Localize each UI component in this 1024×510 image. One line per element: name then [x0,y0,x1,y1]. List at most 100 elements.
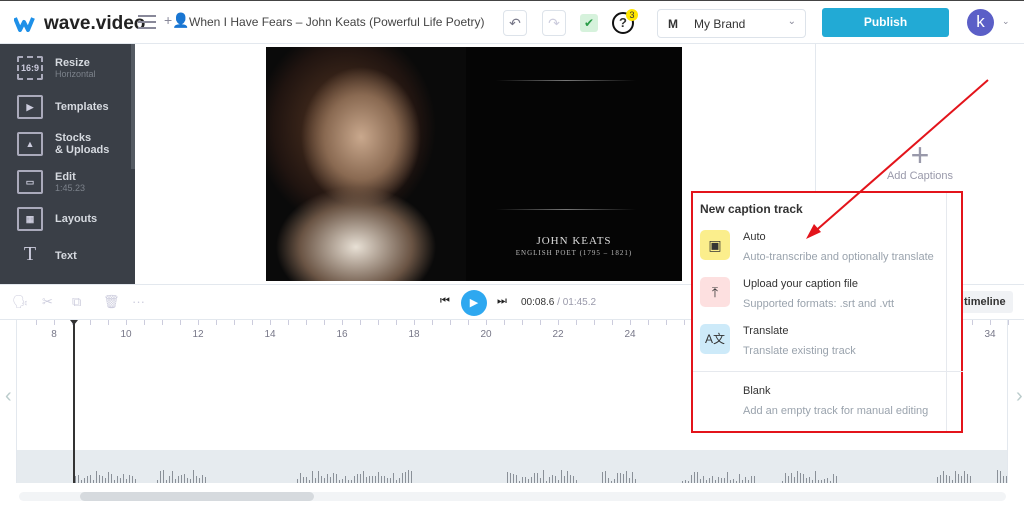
audio-waveform[interactable] [17,450,1007,483]
waveform-bar [605,471,606,483]
menu-item-upload[interactable]: ⤒ Upload your caption file Supported form… [700,277,894,310]
waveform-bar [372,475,373,483]
brand-select[interactable]: M My Brand ⌄ [657,9,806,38]
waveform-bar [309,480,310,483]
ruler-tick [252,320,253,325]
waveform-bar [836,476,837,483]
waveform-bar [96,471,97,483]
waveform-bar [336,473,337,483]
waveform-bar [166,479,167,483]
menu-item-desc: Supported formats: .srt and .vtt [743,298,895,310]
waveform-bar [818,480,819,483]
waveform-bar [709,477,710,483]
waveform-bar [507,471,508,483]
waveform-bar [748,479,749,483]
chevron-down-icon[interactable]: ⌄ [1002,16,1010,27]
more-icon[interactable]: ··· [132,294,145,309]
logo[interactable]: wave.video [14,13,145,35]
waveform-bar [602,472,603,483]
waveform-bar [949,476,950,483]
sidebar-item-stocks[interactable]: ▲ Stocks & Uploads [17,132,109,156]
sidebar-item-layouts[interactable]: ▦ Layouts [17,207,97,231]
waveform-bar [300,472,301,483]
ruler-tick [468,320,469,325]
sidebar-item-edit[interactable]: ▭ Edit 1:45.23 [17,170,85,194]
portrait-image [266,47,466,281]
scroll-left-icon[interactable]: ‹ [5,385,12,415]
duplicate-icon[interactable]: ⧉ [72,294,81,310]
add-user-icon[interactable]: +👤 [164,12,190,29]
waveform-bar [522,477,523,483]
voice-icon[interactable]: 🗣 [12,294,29,310]
waveform-bar [516,474,517,483]
waveform-bar [812,480,813,483]
menu-item-auto[interactable]: ▣ Auto Auto-transcribe and optionally tra… [700,230,934,263]
sidebar-item-text[interactable]: T Text [17,244,77,268]
brand-initial: M [668,16,678,31]
undo-button[interactable]: ↶ [503,10,527,36]
waveform-bar [531,476,532,483]
ruler-label: 22 [552,329,564,340]
waveform-bar [620,473,621,483]
sidebar-item-templates[interactable]: ▶ Templates [17,95,109,119]
waveform-bar [537,472,538,483]
trash-icon[interactable]: 🗑 [103,294,120,310]
project-title[interactable]: When I Have Fears – John Keats (Powerful… [189,15,484,29]
waveform-bar [390,478,391,483]
waveform-bar [78,474,79,483]
avatar[interactable]: k [967,9,994,36]
saved-check-icon: ✔ [580,14,598,32]
ruler-tick [666,320,667,325]
playhead[interactable] [70,320,78,483]
waveform-bar [169,476,170,483]
add-captions-button[interactable]: + Add Captions [870,139,970,182]
horizontal-scrollbar[interactable] [19,492,1006,501]
waveform-bar [393,472,394,483]
ruler-tick [1008,320,1009,325]
menu-icon[interactable] [138,15,156,29]
waveform-bar [525,477,526,483]
ruler-tick [576,320,577,325]
total-time: / 01:45.2 [557,297,597,308]
menu-title: New caption track [700,202,803,216]
waveform-bar [821,480,822,483]
skip-back-icon[interactable]: ⏮ [440,295,450,308]
clapperboard-icon: ▭ [17,170,43,194]
sidebar-scrollbar[interactable] [131,44,135,169]
scissors-icon[interactable]: ✂ [42,294,53,310]
menu-item-translate[interactable]: A文 Translate Translate existing track [700,324,856,357]
scroll-right-icon[interactable]: › [1016,385,1023,415]
sidebar-item-label: Layouts [55,213,98,225]
waveform-bar [190,479,191,483]
waveform-bar [700,479,701,483]
video-subtitle-text: ENGLISH POET (1795 – 1821) [515,249,633,257]
ruler-label: 34 [984,329,996,340]
sidebar-item-resize[interactable]: 16:9 Resize Horizontal [17,56,96,80]
ruler-tick [270,320,271,325]
video-caption-icon: ▣ [700,230,730,260]
ruler-label: 24 [624,329,636,340]
video-preview[interactable]: JOHN KEATS ENGLISH POET (1795 – 1821) [266,47,682,281]
waveform-bar [375,476,376,483]
ruler-tick [432,320,433,325]
waveform-bar [519,480,520,483]
menu-item-blank[interactable]: Blank Add an empty track for manual editi… [700,384,928,417]
ruler-tick [342,320,343,325]
waveform-bar [87,476,88,483]
waveform-bar [712,475,713,483]
waveform-bar [946,475,947,483]
play-button[interactable]: ▶ [461,290,487,316]
waveform-bar [940,475,941,483]
blank-spacer [700,384,730,414]
skip-forward-icon[interactable]: ⏭ [497,295,507,308]
waveform-bar [157,480,158,483]
redo-button[interactable]: ↷ [542,10,566,36]
waveform-bar [114,480,115,483]
add-captions-label: Add Captions [886,170,954,182]
waveform-bar [129,474,130,483]
waveform-bar [105,477,106,483]
publish-button[interactable]: Publish [822,8,949,37]
ruler-label: 12 [192,329,204,340]
scrollbar-thumb[interactable] [80,492,314,501]
timeline-button[interactable]: timeline [958,291,1013,313]
